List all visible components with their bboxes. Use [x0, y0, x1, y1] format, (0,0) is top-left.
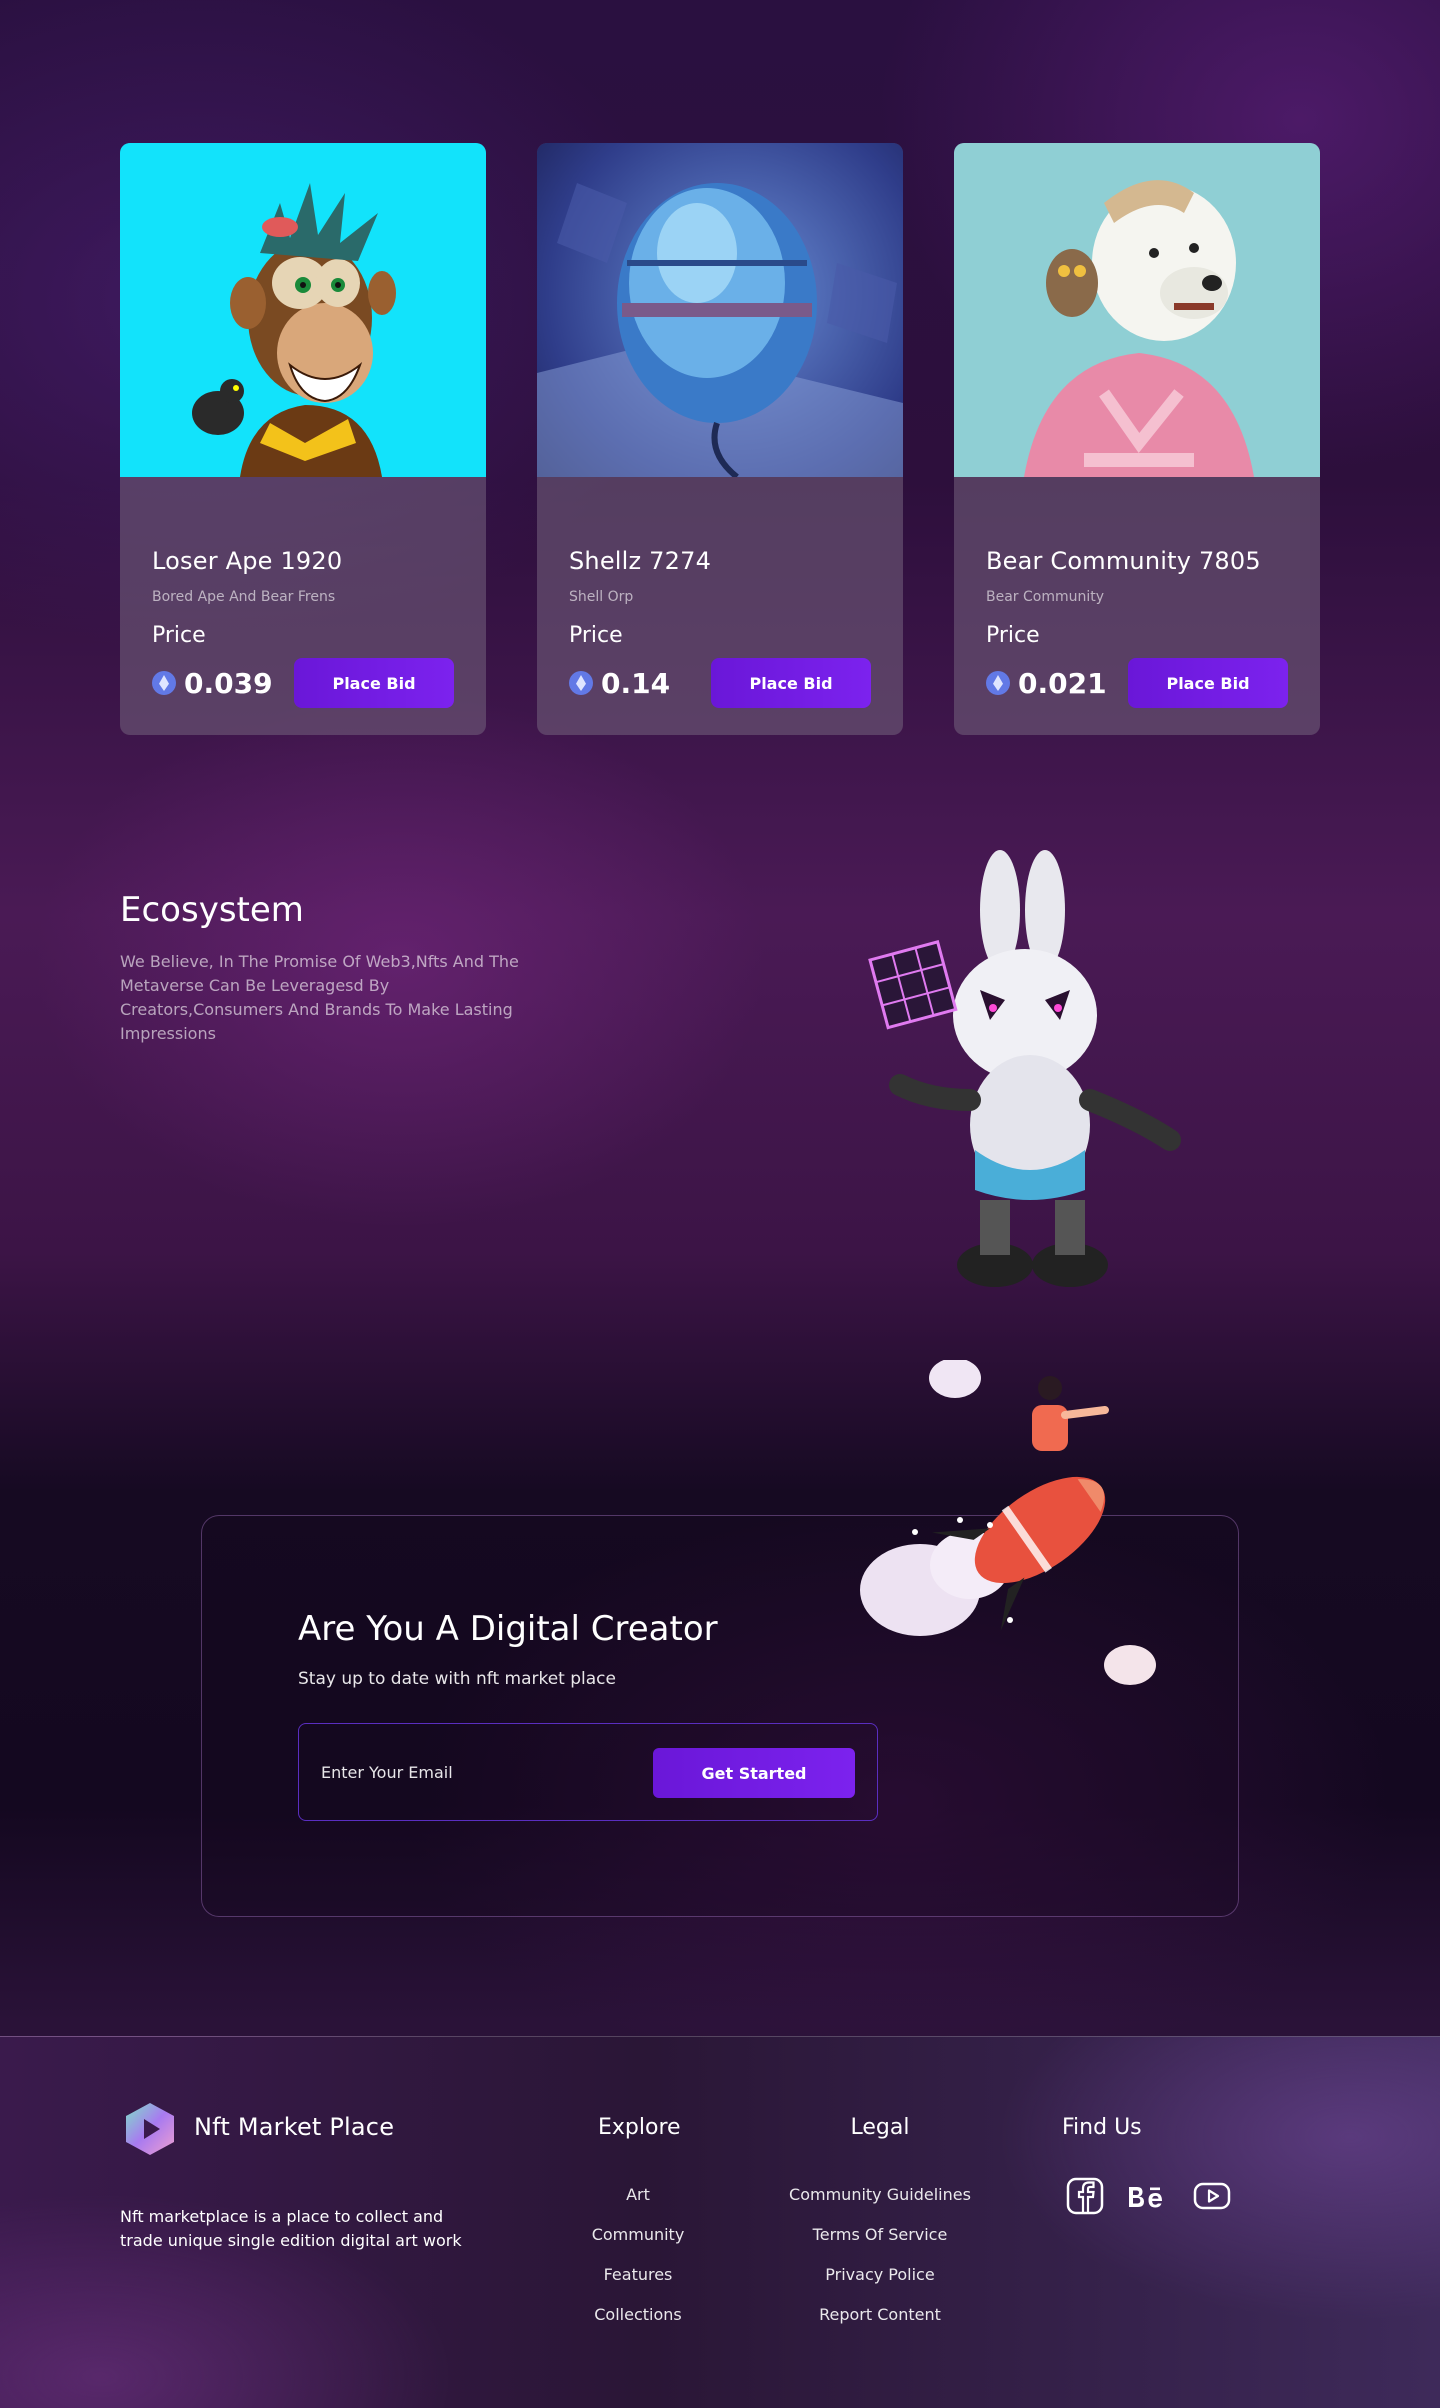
nft-name: Loser Ape 1920 [152, 547, 343, 575]
nft-collection: Shell Orp [569, 589, 634, 605]
place-bid-button[interactable]: Place Bid [711, 658, 871, 708]
explore-title: Explore [598, 2115, 681, 2140]
place-bid-button[interactable]: Place Bid [294, 658, 454, 708]
nft-image-ape[interactable] [120, 143, 486, 477]
facebook-icon[interactable] [1066, 2177, 1104, 2215]
legal-links: Community Guidelines Terms Of Service Pr… [770, 2185, 990, 2345]
ethereum-icon [569, 671, 593, 695]
newsletter-title: Are You A Digital Creator [298, 1609, 718, 1649]
nft-collection: Bear Community [986, 589, 1105, 605]
footer-link-collections[interactable]: Collections [594, 2305, 681, 2345]
nft-price: 0.021 [1018, 666, 1107, 700]
footer-description: Nft marketplace is a place to collect an… [120, 2207, 462, 2250]
price-label: Price [569, 623, 623, 648]
footer: Nft Market Place Nft marketplace is a pl… [0, 2036, 1440, 2408]
price-label: Price [986, 623, 1040, 648]
youtube-icon[interactable] [1193, 2177, 1231, 2215]
newsletter-form: Get Started [298, 1723, 878, 1821]
nft-collection: Bored Ape And Bear Frens [152, 589, 336, 605]
legal-title: Legal [850, 2115, 910, 2140]
price-label: Price [152, 623, 206, 648]
place-bid-button[interactable]: Place Bid [1128, 658, 1288, 708]
get-started-button[interactable]: Get Started [653, 1748, 855, 1798]
brand-logo-icon[interactable] [124, 2101, 176, 2157]
footer-link-art[interactable]: Art [626, 2185, 650, 2225]
footer-link-terms-of-service[interactable]: Terms Of Service [813, 2225, 948, 2265]
email-input[interactable] [321, 1756, 641, 1788]
find-us-title: Find Us [1062, 2115, 1142, 2140]
rocket-rider-illustration [860, 1360, 1156, 1685]
explore-links: Art Community Features Collections [568, 2185, 708, 2345]
behance-icon[interactable] [1126, 2177, 1168, 2215]
bunny-character-illustration [868, 850, 1181, 1287]
footer-link-community[interactable]: Community [592, 2225, 685, 2265]
nft-name: Bear Community 7805 [986, 547, 1261, 575]
footer-link-community-guidelines[interactable]: Community Guidelines [789, 2185, 971, 2225]
ecosystem-description: We Believe, In The Promise Of Web3,Nfts … [120, 952, 519, 1043]
nft-card-1[interactable]: Loser Ape 1920 Bored Ape And Bear Frens … [120, 143, 486, 735]
newsletter-subtitle: Stay up to date with nft market place [298, 1669, 616, 1689]
nft-image-bear[interactable] [954, 143, 1320, 477]
brand-name: Nft Market Place [194, 2113, 395, 2141]
footer-link-report-content[interactable]: Report Content [819, 2305, 941, 2345]
nft-price: 0.039 [184, 666, 273, 700]
nft-image-shell[interactable] [537, 143, 903, 477]
ecosystem-title: Ecosystem [120, 890, 304, 930]
footer-link-privacy-police[interactable]: Privacy Police [825, 2265, 934, 2305]
footer-link-features[interactable]: Features [604, 2265, 673, 2305]
ethereum-icon [152, 671, 176, 695]
nft-price: 0.14 [601, 666, 671, 700]
nft-card-3[interactable]: Bear Community 7805 Bear Community Price… [954, 143, 1320, 735]
nft-name: Shellz 7274 [569, 547, 712, 575]
nft-card-2[interactable]: Shellz 7274 Shell Orp Price 0.14 Place B… [537, 143, 903, 735]
ethereum-icon [986, 671, 1010, 695]
